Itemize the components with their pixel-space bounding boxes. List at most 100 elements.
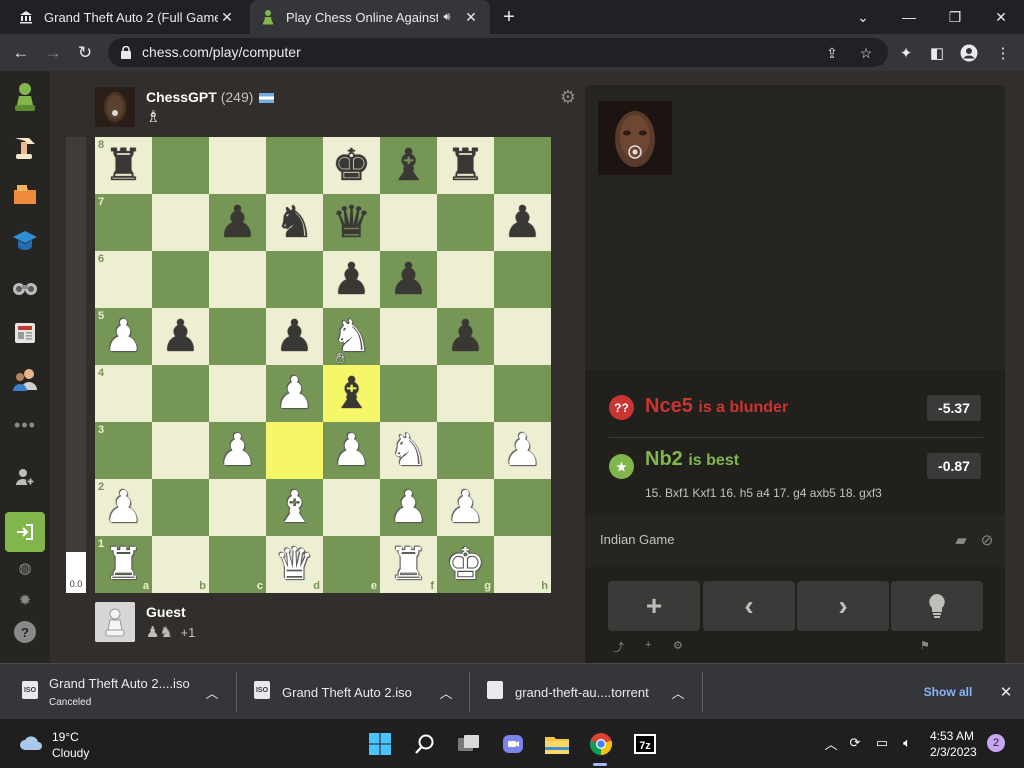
square-h7[interactable]: ♟ bbox=[494, 194, 551, 251]
square-b8[interactable] bbox=[152, 137, 209, 194]
tab-grand-theft-auto[interactable]: Grand Theft Auto 2 (Full Game) : ✕ bbox=[8, 0, 246, 34]
square-d1[interactable]: d ♛ bbox=[266, 536, 323, 593]
square-b1[interactable]: b bbox=[152, 536, 209, 593]
square-e6[interactable]: ♟ bbox=[323, 251, 380, 308]
white-bishop-icon[interactable]: ♝ bbox=[266, 479, 323, 536]
square-b6[interactable] bbox=[152, 251, 209, 308]
tab-play-chess[interactable]: Play Chess Online Against th 🔊︎ ✕ bbox=[250, 0, 490, 34]
reload-icon[interactable]: ↻ bbox=[72, 40, 98, 66]
best-line-moves[interactable]: 15. Bxf1 Kxf1 16. h5 a4 17. g4 axb5 18. … bbox=[645, 486, 882, 500]
more-icon[interactable]: ••• bbox=[9, 409, 41, 441]
file-explorer-icon[interactable] bbox=[543, 730, 571, 758]
black-queen-icon[interactable]: ♛ bbox=[323, 194, 380, 251]
white-pawn-icon[interactable]: ♟ bbox=[494, 422, 551, 479]
black-pawn-icon[interactable]: ♟ bbox=[152, 308, 209, 365]
square-f4[interactable] bbox=[380, 365, 437, 422]
square-e4[interactable]: ♝ bbox=[323, 365, 380, 422]
square-b3[interactable] bbox=[152, 422, 209, 479]
download-item-3[interactable]: grand-theft-au....torrent ︿ bbox=[470, 664, 702, 720]
chevron-up-icon[interactable]: ︿ bbox=[822, 734, 840, 752]
square-c3[interactable]: ♟ bbox=[209, 422, 266, 479]
white-pawn-icon[interactable]: ♟ bbox=[266, 365, 323, 422]
close-window-icon[interactable]: ✕ bbox=[978, 0, 1024, 34]
black-knight-icon[interactable]: ♞ bbox=[266, 194, 323, 251]
extensions-icon[interactable]: ✦ bbox=[895, 42, 917, 64]
book-icon[interactable]: ▰ bbox=[951, 530, 971, 550]
square-f1[interactable]: f ♜ bbox=[380, 536, 437, 593]
square-h3[interactable]: ♟ bbox=[494, 422, 551, 479]
compass-icon[interactable]: ⊘ bbox=[977, 530, 997, 550]
side-panel-icon[interactable]: ◧ bbox=[926, 42, 948, 64]
search-icon[interactable] bbox=[411, 730, 439, 758]
square-g2[interactable]: ♟ bbox=[437, 479, 494, 536]
square-g8[interactable]: ♜ bbox=[437, 137, 494, 194]
square-h5[interactable] bbox=[494, 308, 551, 365]
download-item-1[interactable]: ISO Grand Theft Auto 2....iso Canceled ︿ bbox=[0, 664, 236, 720]
white-knight-icon[interactable]: ♞ bbox=[380, 422, 437, 479]
display-icon[interactable]: ▭ bbox=[873, 734, 891, 752]
close-icon[interactable]: ✕ bbox=[462, 8, 480, 26]
black-rook-icon[interactable]: ♜ bbox=[437, 137, 494, 194]
square-g5[interactable]: ♟ bbox=[437, 308, 494, 365]
square-g1[interactable]: g ♚ bbox=[437, 536, 494, 593]
black-pawn-icon[interactable]: ♟ bbox=[209, 194, 266, 251]
square-g4[interactable] bbox=[437, 365, 494, 422]
previous-move-button[interactable]: ‹ bbox=[703, 581, 795, 631]
square-f5[interactable] bbox=[380, 308, 437, 365]
white-pawn-icon[interactable]: ♟ bbox=[437, 479, 494, 536]
square-a5[interactable]: 5 ♟ bbox=[95, 308, 152, 365]
weather-temperature[interactable]: 19°C bbox=[52, 730, 79, 744]
square-a6[interactable]: 6 bbox=[95, 251, 152, 308]
clock-time[interactable]: 4:53 AM bbox=[930, 729, 974, 743]
square-f2[interactable]: ♟ bbox=[380, 479, 437, 536]
add-user-icon[interactable] bbox=[9, 461, 41, 493]
white-pawn-icon[interactable]: ♟ bbox=[95, 479, 152, 536]
windows-start-icon[interactable] bbox=[366, 730, 394, 758]
square-a4[interactable]: 4 bbox=[95, 365, 152, 422]
black-pawn-icon[interactable]: ♟ bbox=[266, 308, 323, 365]
square-a8[interactable]: 8 ♜ bbox=[95, 137, 152, 194]
chevron-up-icon[interactable]: ︿ bbox=[204, 684, 220, 701]
square-c7[interactable]: ♟ bbox=[209, 194, 266, 251]
square-d6[interactable] bbox=[266, 251, 323, 308]
hint-button[interactable] bbox=[891, 581, 983, 631]
address-bar[interactable]: chess.com/play/computer ⇪ ☆ bbox=[108, 38, 888, 67]
play-icon[interactable] bbox=[9, 131, 41, 163]
square-h8[interactable] bbox=[494, 137, 551, 194]
square-e3[interactable]: ♟ bbox=[323, 422, 380, 479]
black-bishop-icon[interactable]: ♝ bbox=[380, 137, 437, 194]
square-e2[interactable] bbox=[323, 479, 380, 536]
square-a3[interactable]: 3 bbox=[95, 422, 152, 479]
black-bishop-icon[interactable]: ♝ bbox=[323, 365, 380, 422]
square-c1[interactable]: c bbox=[209, 536, 266, 593]
sign-in-icon[interactable] bbox=[5, 512, 45, 552]
square-a2[interactable]: 2 ♟ bbox=[95, 479, 152, 536]
learn-icon[interactable] bbox=[9, 224, 41, 256]
plus-icon[interactable]: + bbox=[645, 639, 651, 651]
square-f6[interactable]: ♟ bbox=[380, 251, 437, 308]
square-f3[interactable]: ♞ bbox=[380, 422, 437, 479]
opponent-avatar[interactable] bbox=[95, 87, 135, 127]
square-c6[interactable] bbox=[209, 251, 266, 308]
square-c4[interactable] bbox=[209, 365, 266, 422]
resign-flag-icon[interactable]: ⚑ bbox=[920, 639, 930, 652]
square-e8[interactable]: ♚ bbox=[323, 137, 380, 194]
gear-icon[interactable]: ⚙ bbox=[673, 639, 683, 652]
weather-description[interactable]: Cloudy bbox=[52, 746, 89, 760]
square-e7[interactable]: ♛ bbox=[323, 194, 380, 251]
chess-logo[interactable] bbox=[9, 81, 41, 113]
7zip-icon[interactable]: 7z bbox=[631, 730, 659, 758]
square-a7[interactable]: 7 bbox=[95, 194, 152, 251]
speaker-icon[interactable]: 🔊︎ bbox=[438, 8, 456, 26]
minimize-icon[interactable]: — bbox=[886, 0, 932, 34]
share-icon[interactable]: ⤴ bbox=[613, 639, 624, 655]
white-queen-icon[interactable]: ♛ bbox=[266, 536, 323, 593]
chevron-up-icon[interactable]: ︿ bbox=[670, 684, 686, 701]
square-g6[interactable] bbox=[437, 251, 494, 308]
black-pawn-icon[interactable]: ♟ bbox=[380, 251, 437, 308]
square-b4[interactable] bbox=[152, 365, 209, 422]
square-f8[interactable]: ♝ bbox=[380, 137, 437, 194]
square-d5[interactable]: ♟ bbox=[266, 308, 323, 365]
white-pawn-icon[interactable]: ♟ bbox=[380, 479, 437, 536]
square-c5[interactable] bbox=[209, 308, 266, 365]
